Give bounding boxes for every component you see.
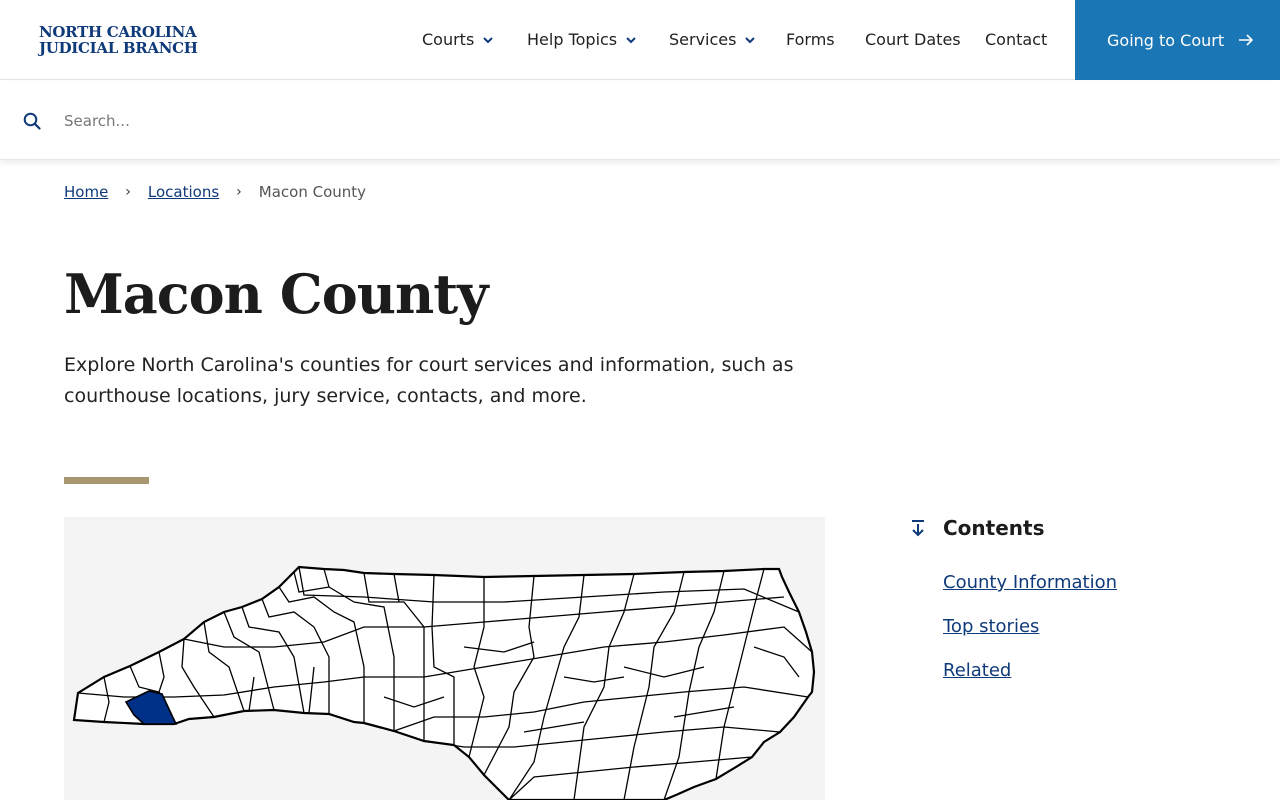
going-to-court-label: Going to Court — [1107, 30, 1225, 50]
nav-forms[interactable]: Forms — [786, 30, 835, 49]
nc-county-map-graphic — [72, 565, 816, 800]
chevron-down-icon — [483, 36, 494, 43]
chevron-down-icon — [626, 36, 636, 43]
page-title: Macon County — [64, 262, 489, 326]
nav-courts-label: Courts — [422, 30, 475, 49]
breadcrumb-separator-icon: › — [236, 184, 242, 200]
logo-line-2: JUDICIAL BRANCH — [39, 39, 198, 57]
nav-services[interactable]: Services — [669, 30, 756, 49]
going-to-court-button[interactable]: Going to Court — [1075, 0, 1280, 80]
contents-link-top-stories[interactable]: Top stories — [943, 616, 1039, 637]
search-input[interactable] — [64, 107, 1214, 135]
contents-link-county-information[interactable]: County Information — [943, 572, 1117, 593]
list-item: Related — [943, 658, 1238, 684]
nav-help-topics[interactable]: Help Topics — [527, 30, 637, 49]
list-item: County Information — [943, 570, 1238, 596]
nav-help-topics-label: Help Topics — [527, 30, 618, 49]
chevron-down-icon — [745, 36, 756, 43]
logo-line-1: NORTH CAROLINA — [39, 23, 197, 41]
contents-panel: Contents County Information Top stories … — [908, 516, 1238, 702]
arrow-down-to-line-icon — [912, 520, 924, 537]
breadcrumb-current: Macon County — [258, 183, 367, 201]
nav-contact[interactable]: Contact — [985, 30, 1047, 49]
nav-forms-label: Forms — [786, 30, 835, 49]
nav-services-label: Services — [669, 30, 737, 49]
breadcrumb-separator-icon: › — [125, 184, 131, 200]
contents-link-related[interactable]: Related — [943, 660, 1011, 681]
contents-links: County Information Top stories Related — [908, 570, 1238, 684]
search-icon[interactable] — [23, 112, 41, 130]
nav-court-dates-label: Court Dates — [865, 30, 961, 49]
nav-courts[interactable]: Courts — [422, 30, 494, 49]
county-map — [64, 517, 825, 800]
breadcrumb-home[interactable]: Home — [64, 183, 108, 201]
site-header: NORTH CAROLINA JUDICIAL BRANCH Courts He… — [0, 0, 1280, 80]
breadcrumb: Home › Locations › Macon County — [64, 183, 366, 201]
list-item: Top stories — [943, 614, 1238, 640]
nav-contact-label: Contact — [985, 30, 1048, 49]
breadcrumb-locations[interactable]: Locations — [148, 183, 219, 201]
arrow-right-icon — [1239, 34, 1254, 46]
search-bar — [0, 81, 1280, 160]
nav-court-dates[interactable]: Court Dates — [865, 30, 961, 49]
accent-divider — [64, 477, 149, 484]
page-intro: Explore North Carolina's counties for co… — [64, 354, 794, 407]
site-logo[interactable]: NORTH CAROLINA JUDICIAL BRANCH — [39, 24, 198, 56]
contents-heading-label: Contents — [943, 516, 1045, 540]
contents-heading: Contents — [908, 516, 1238, 540]
